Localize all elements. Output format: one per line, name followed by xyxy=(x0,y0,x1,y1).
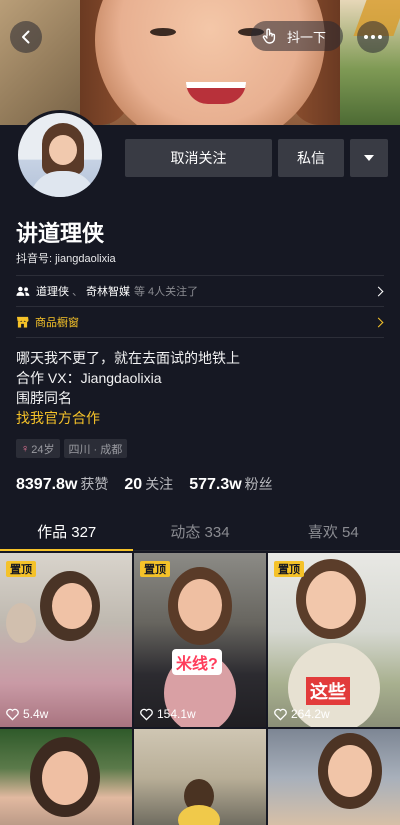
profile-name: 讲道理侠 xyxy=(16,221,105,246)
following-count[interactable]: 20 xyxy=(124,476,142,494)
bio-line: 合作 VX：Jiangdaolixia xyxy=(16,370,162,386)
video-likes: 154.1w xyxy=(140,707,196,721)
mutual-name-1: 道理侠 xyxy=(36,286,69,298)
heart-icon xyxy=(140,708,153,721)
shake-button[interactable]: 抖一下 xyxy=(251,21,343,51)
likes-label: 获赞 xyxy=(80,476,109,492)
chevron-right-icon xyxy=(373,317,384,327)
followers-label[interactable]: 粉丝 xyxy=(245,474,273,494)
heart-icon xyxy=(274,708,287,721)
female-icon: ♀ xyxy=(21,442,30,455)
heart-icon xyxy=(6,708,19,721)
followers-count[interactable]: 577.3w xyxy=(189,476,241,494)
mutual-name-2: 奇林智媒 xyxy=(86,286,130,298)
divider xyxy=(16,337,384,338)
profile-tags: ♀ 24岁 四川 · 成都 xyxy=(16,439,128,458)
shop-icon xyxy=(16,316,29,328)
back-button[interactable] xyxy=(10,21,42,53)
tab-works[interactable]: 作品 327 xyxy=(0,515,134,551)
bio: 哪天我不更了，就在去面试的地铁上 合作 VX：Jiangdaolixia 围脖同… xyxy=(16,348,240,428)
video-thumbnail[interactable] xyxy=(268,729,400,825)
video-likes: 264.2w xyxy=(274,707,330,721)
pinned-badge: 置顶 xyxy=(6,561,36,577)
caret-down-icon xyxy=(364,155,374,161)
pinned-badge: 置顶 xyxy=(274,561,304,577)
dot-icon xyxy=(364,35,368,39)
divider xyxy=(16,275,384,276)
recommend-dropdown-button[interactable] xyxy=(350,139,388,177)
video-grid: 置顶 5.4w 置顶 米线? 154.1w 置顶 这些 264.2w xyxy=(0,553,400,825)
users-icon xyxy=(16,286,30,296)
more-options-button[interactable] xyxy=(357,21,389,53)
avatar[interactable] xyxy=(15,110,105,200)
unfollow-button[interactable]: 取消关注 xyxy=(125,139,272,177)
chevron-right-icon xyxy=(373,286,384,296)
video-thumbnail[interactable] xyxy=(134,729,266,825)
mutual-followers-row[interactable]: 道理侠 、 奇林智媒 等 4人关注了 xyxy=(16,283,384,299)
video-thumbnail[interactable]: 置顶 米线? 154.1w xyxy=(134,553,266,727)
video-likes: 5.4w xyxy=(6,707,48,721)
mutual-suffix: 等 4人关注了 xyxy=(134,286,199,298)
tab-activity[interactable]: 动态 334 xyxy=(133,515,266,550)
dot-icon xyxy=(371,35,375,39)
hand-pointer-icon xyxy=(262,28,276,44)
video-thumbnail[interactable]: 置顶 这些 264.2w xyxy=(268,553,400,727)
video-thumbnail[interactable]: 置顶 5.4w xyxy=(0,553,132,727)
video-thumbnail[interactable] xyxy=(0,729,132,825)
age-tag: ♀ 24岁 xyxy=(16,439,60,458)
video-overlay-text: 米线? xyxy=(172,649,222,675)
profile-banner xyxy=(0,0,400,125)
following-label[interactable]: 关注 xyxy=(145,474,173,494)
location-tag: 四川 · 成都 xyxy=(63,439,128,458)
divider xyxy=(16,306,384,307)
profile-actions: 取消关注 私信 xyxy=(125,139,388,177)
content-tabs: 作品 327 动态 334 喜欢 54 xyxy=(0,515,400,551)
video-overlay-text: 这些 xyxy=(306,677,350,705)
dot-icon xyxy=(378,35,382,39)
shop-label: 商品橱窗 xyxy=(35,317,79,329)
pinned-badge: 置顶 xyxy=(140,561,170,577)
bio-line: 围脖同名 xyxy=(16,390,72,406)
bio-cooperation-link[interactable]: 找我官方合作 xyxy=(16,408,240,428)
likes-count: 8397.8w xyxy=(16,476,78,493)
stats-row: 8397.8w 获赞 20 关注 577.3w 粉丝 xyxy=(16,474,289,494)
chevron-left-icon xyxy=(22,30,30,44)
profile-uid: 抖音号: jiangdaolixia xyxy=(16,253,116,265)
message-button[interactable]: 私信 xyxy=(278,139,344,177)
bio-line: 哪天我不更了，就在去面试的地铁上 xyxy=(16,350,240,366)
tab-likes[interactable]: 喜欢 54 xyxy=(267,515,400,550)
shop-window-row[interactable]: 商品橱窗 xyxy=(16,314,384,330)
shake-label: 抖一下 xyxy=(287,29,327,45)
